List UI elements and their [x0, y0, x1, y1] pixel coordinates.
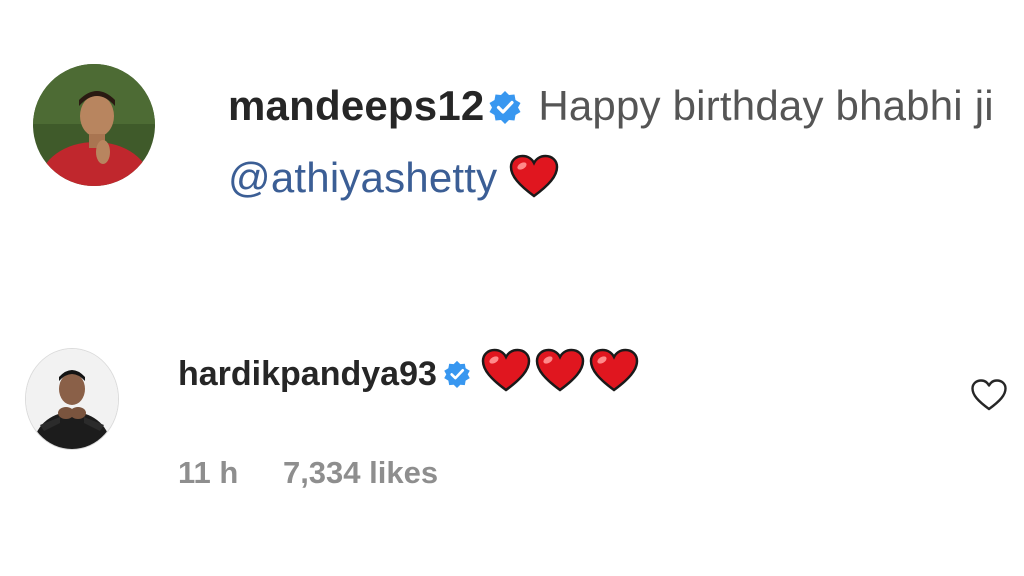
comment-likes-count[interactable]: 7,334 likes	[283, 455, 438, 490]
heart-outline-icon[interactable]	[970, 378, 1008, 412]
red-heart-icon	[589, 348, 639, 410]
username-link[interactable]: hardikpandya93	[178, 355, 437, 393]
avatar-hardikpandya93[interactable]	[25, 348, 119, 450]
mention-link[interactable]: @athiyashetty	[228, 154, 497, 201]
comment-text-block: mandeeps12 Happy birthday bhabhi ji @ath…	[228, 72, 1008, 218]
red-heart-icon	[481, 348, 531, 410]
comment-time[interactable]: 11 h	[178, 455, 238, 490]
avatar-mandeeps12[interactable]	[33, 64, 155, 186]
username-link[interactable]: mandeeps12	[228, 82, 484, 129]
comment-body: Happy birthday bhabhi ji	[538, 82, 994, 129]
red-heart-icon	[509, 150, 559, 218]
red-heart-icon	[535, 348, 585, 410]
comment-text-block: hardikpandya93	[178, 345, 643, 410]
comment-meta: 11 h 7,334 likes	[178, 455, 438, 491]
verified-badge-icon	[488, 76, 522, 144]
verified-badge-icon	[443, 348, 471, 406]
